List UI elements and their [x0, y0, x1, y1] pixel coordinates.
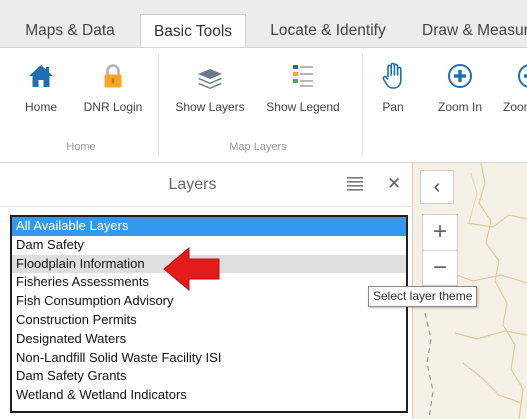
tab-draw-measure[interactable]: Draw & Measure — [410, 16, 527, 47]
map-zoom-out-button[interactable]: − — [423, 250, 457, 285]
pan-button-label: Pan — [382, 100, 404, 114]
group-label-home: Home — [66, 141, 96, 153]
dnr-login-button[interactable]: DNR Login — [76, 62, 150, 124]
group-divider — [362, 54, 363, 156]
layer-option-construction-permits[interactable]: Construction Permits — [12, 311, 406, 330]
layer-option-designated-waters[interactable]: Designated Waters — [12, 330, 406, 349]
home-button[interactable]: Home — [12, 62, 70, 124]
show-legend-button-label: Show Legend — [266, 100, 340, 114]
close-icon[interactable]: ✕ — [387, 175, 401, 193]
panel-title: Layers — [168, 176, 217, 193]
layer-option-wetland-indicators[interactable]: Wetland & Wetland Indicators — [12, 386, 406, 405]
red-arrow-icon — [163, 246, 220, 292]
zoom-out-button-label: Zoom Out — [503, 100, 527, 114]
show-layers-button[interactable]: Show Layers — [170, 62, 250, 124]
pan-button[interactable]: Pan — [372, 62, 414, 124]
hand-icon — [382, 62, 402, 89]
zoom-in-icon — [448, 64, 472, 88]
zoom-out-button[interactable]: Zoom Out — [503, 62, 527, 124]
layer-theme-select[interactable]: All Available Layers Dam Safety Floodpla… — [10, 215, 408, 413]
group-divider — [158, 54, 159, 156]
legend-icon — [293, 65, 313, 87]
layer-option-dam-safety-grants[interactable]: Dam Safety Grants — [12, 367, 406, 386]
map-zoom-in-button[interactable]: + — [423, 215, 457, 250]
collapse-panel-button[interactable]: ‹ — [420, 170, 454, 204]
ribbon-tab-bar: Maps & Data Basic Tools Locate & Identif… — [0, 0, 527, 48]
show-legend-button[interactable]: Show Legend — [260, 62, 346, 124]
hamburger-menu-icon[interactable] — [347, 177, 363, 191]
layers-panel-header: Layers ✕ — [0, 163, 413, 207]
show-layers-button-label: Show Layers — [175, 100, 245, 114]
group-label-map-layers: Map Layers — [229, 141, 287, 153]
dnr-login-button-label: DNR Login — [83, 100, 143, 114]
zoom-in-button[interactable]: Zoom In — [428, 62, 492, 124]
layer-option-fish-consumption-advisory[interactable]: Fish Consumption Advisory — [12, 292, 406, 311]
house-icon — [29, 65, 53, 87]
tab-basic-tools[interactable]: Basic Tools — [140, 14, 246, 47]
layer-option-non-landfill-solid-waste[interactable]: Non-Landfill Solid Waste Facility ISI — [12, 349, 406, 368]
tab-maps-data[interactable]: Maps & Data — [15, 16, 125, 47]
map-zoom-control: + − — [422, 214, 458, 286]
layers-icon — [198, 69, 222, 89]
tooltip: Select layer theme — [368, 286, 478, 307]
lock-icon — [104, 64, 122, 88]
layer-option-all-available-layers[interactable]: All Available Layers — [12, 217, 406, 236]
zoom-out-icon — [518, 64, 527, 88]
tab-locate-identify[interactable]: Locate & Identify — [258, 16, 398, 47]
home-button-label: Home — [24, 100, 57, 114]
ribbon-toolbar: Home DNR Login Show Layers Show Legend P… — [0, 48, 527, 163]
zoom-in-button-label: Zoom In — [437, 100, 482, 114]
